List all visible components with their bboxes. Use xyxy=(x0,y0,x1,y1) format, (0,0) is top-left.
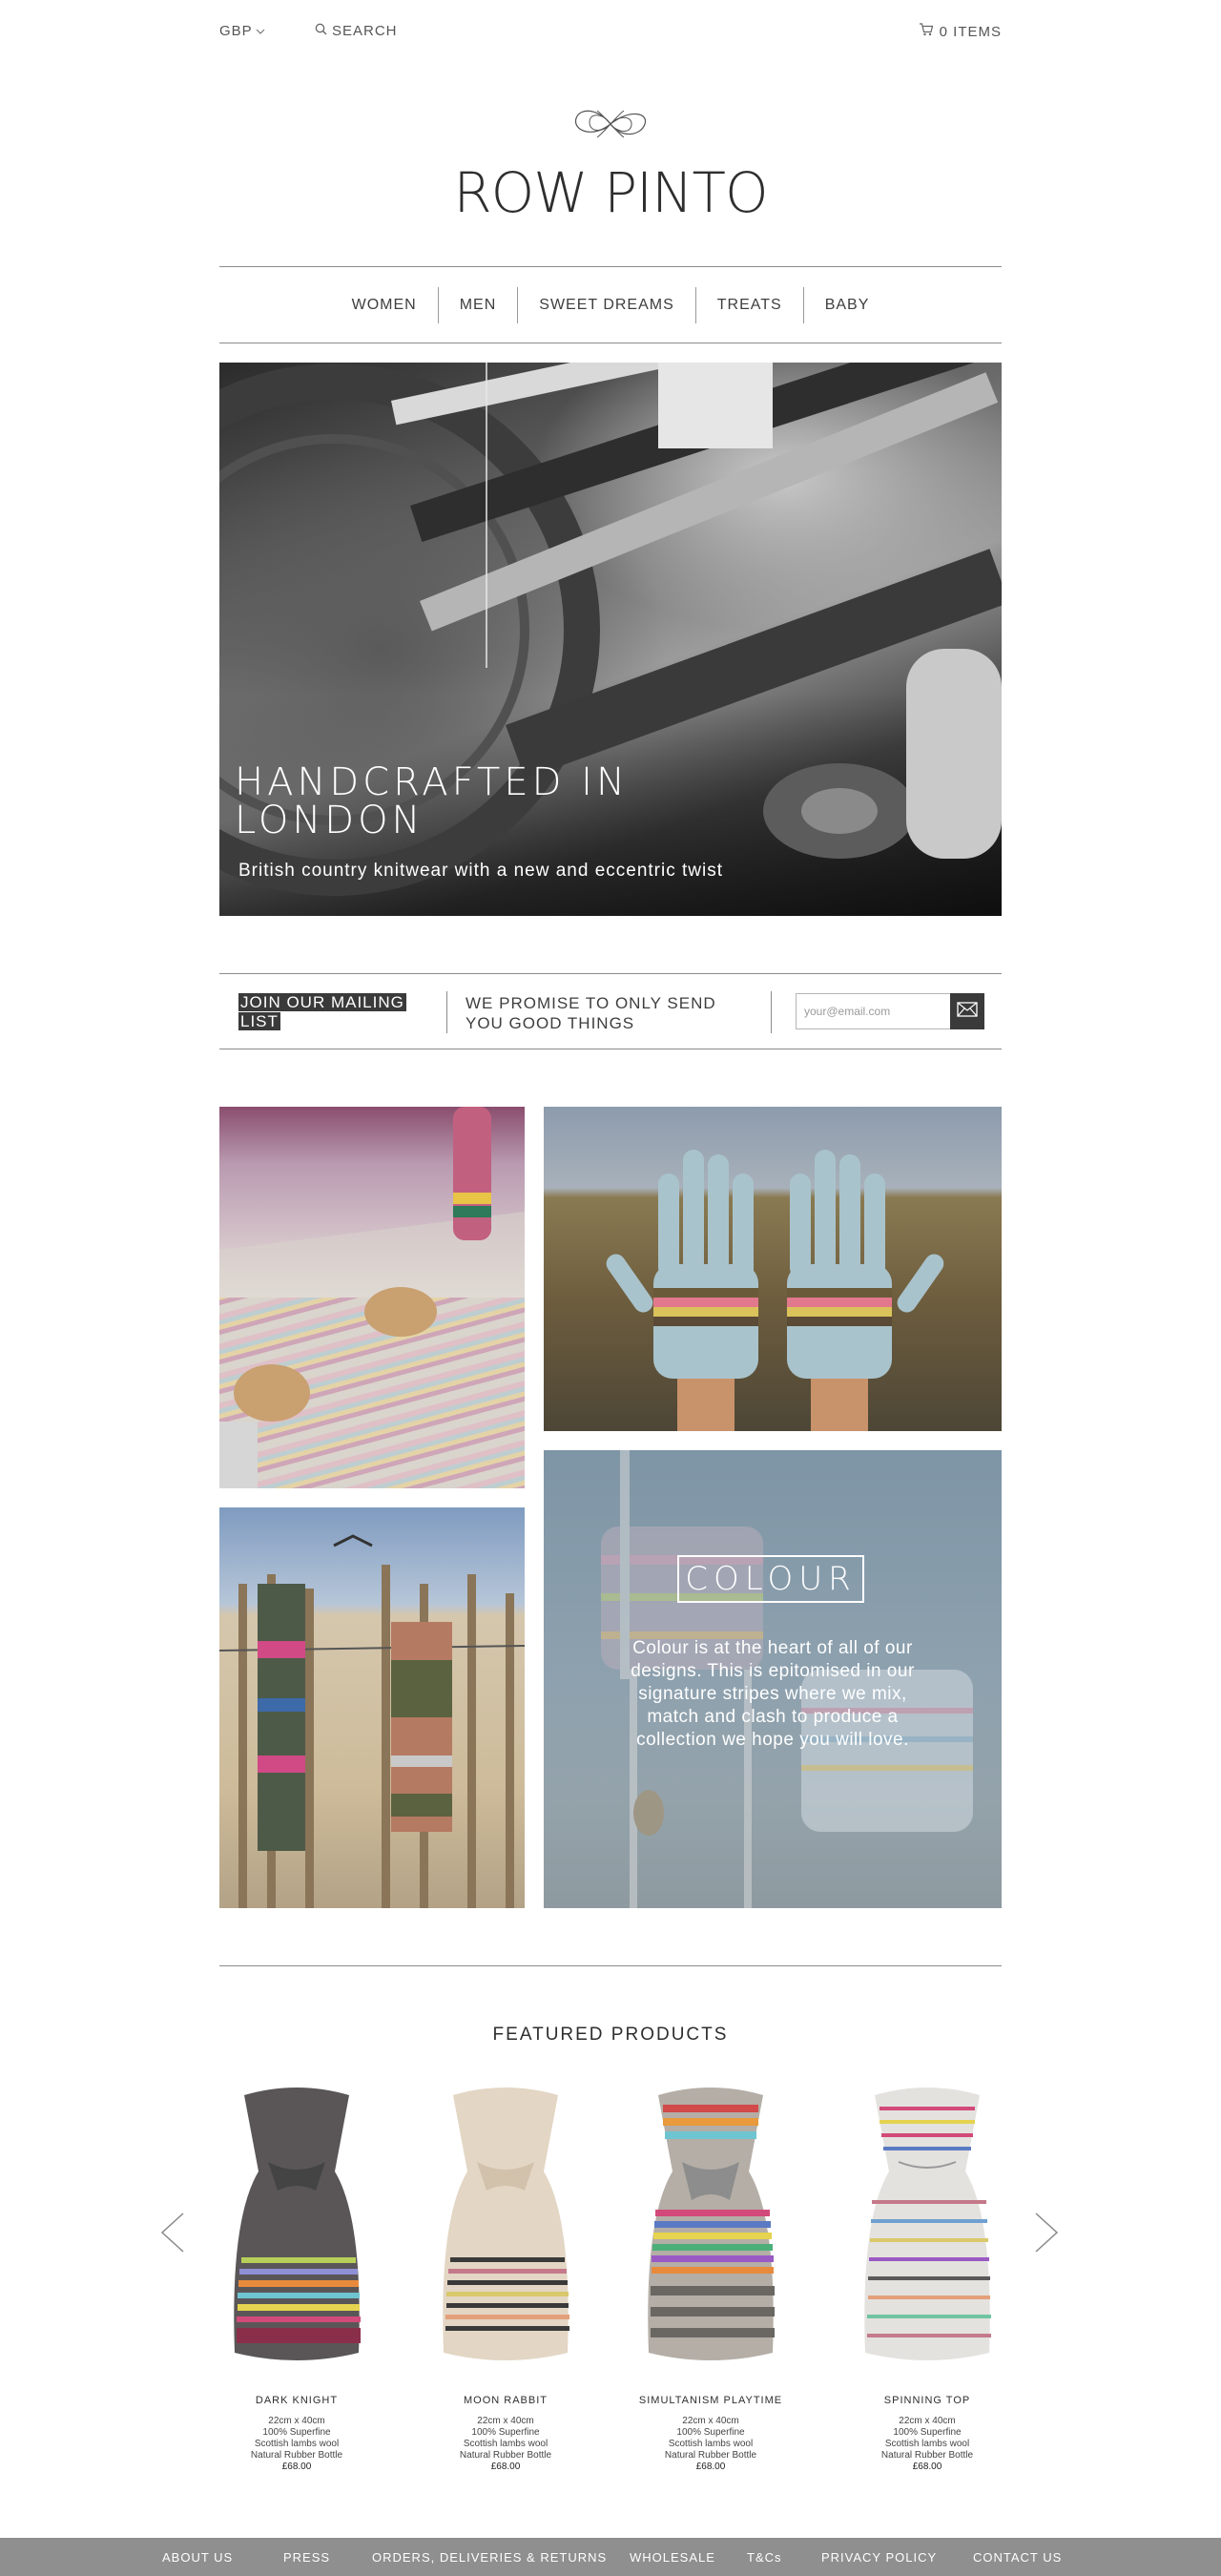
footer-link-terms[interactable]: T&Cs xyxy=(747,2550,782,2565)
product-image xyxy=(864,2088,991,2360)
search-link[interactable]: SEARCH xyxy=(315,23,398,39)
product-spec: 22cm x 40cm xyxy=(899,2416,956,2426)
product-card[interactable]: DARK KNIGHT 22cm x 40cm 100% Superfine S… xyxy=(201,2086,392,2473)
knot-logo-icon[interactable] xyxy=(570,103,651,145)
nav-item-sweet-dreams[interactable]: SWEET DREAMS xyxy=(518,286,696,323)
product-name[interactable]: SPINNING TOP xyxy=(832,2395,1023,2406)
gloves-photo-tile[interactable] xyxy=(544,1107,1002,1431)
currency-label: GBP xyxy=(219,23,253,39)
search-label: SEARCH xyxy=(332,23,398,39)
gloves-photo xyxy=(606,1150,944,1431)
brand-logo-text[interactable]: ROW PINTO xyxy=(0,160,1221,225)
chevron-left-icon[interactable] xyxy=(158,2212,187,2254)
product-card[interactable]: SIMULTANISM PLAYTIME 22cm x 40cm 100% Su… xyxy=(615,2086,806,2473)
product-spec: Scottish lambs wool xyxy=(884,2439,970,2449)
mailing-list-section: JOIN OUR MAILING LIST WE PROMISE TO ONLY… xyxy=(219,973,1002,1049)
product-card[interactable]: MOON RABBIT 22cm x 40cm 100% Superfine S… xyxy=(410,2086,601,2473)
product-spec: Natural Rubber Bottle xyxy=(250,2450,343,2461)
product-price: £68.00 xyxy=(695,2462,726,2472)
cart-count-label: 0 ITEMS xyxy=(939,23,1002,40)
hero-subtitle: British country knitwear with a new and … xyxy=(238,861,724,881)
colour-description: Colour is at the heart of all of our des… xyxy=(631,1638,915,1750)
nav-item-baby[interactable]: BABY xyxy=(804,287,891,323)
colour-panel[interactable]: COLOUR Colour is at the heart of all of … xyxy=(544,1450,1002,1908)
footer-nav: ABOUT US PRESS ORDERS, DELIVERIES & RETU… xyxy=(0,2538,1221,2576)
envelope-icon xyxy=(957,1001,978,1022)
divider xyxy=(446,991,447,1033)
hero-title: HANDCRAFTED IN LONDON xyxy=(235,760,629,842)
product-spec: Natural Rubber Bottle xyxy=(664,2450,757,2461)
footer-link-about-us[interactable]: ABOUT US xyxy=(162,2550,233,2565)
cart-icon xyxy=(919,23,934,40)
email-field[interactable] xyxy=(796,993,950,1029)
currency-selector[interactable]: GBP xyxy=(219,23,265,39)
nav-item-men[interactable]: MEN xyxy=(439,286,519,323)
product-spec: 22cm x 40cm xyxy=(268,2416,325,2426)
knitting-photo xyxy=(219,1107,525,1488)
nav-item-women[interactable]: WOMEN xyxy=(331,286,439,323)
footer-link-privacy[interactable]: PRIVACY POLICY xyxy=(821,2550,937,2565)
knitting-photo-tile[interactable] xyxy=(219,1107,525,1488)
product-card[interactable]: SPINNING TOP 22cm x 40cm 100% Superfine … xyxy=(832,2086,1023,2473)
product-spec: Natural Rubber Bottle xyxy=(880,2450,974,2461)
product-name[interactable]: SIMULTANISM PLAYTIME xyxy=(615,2395,806,2406)
top-bar: GBP SEARCH 0 ITEMS xyxy=(219,23,1002,42)
footer-link-wholesale[interactable]: WHOLESALE xyxy=(630,2550,715,2565)
mailing-list-heading-text: JOIN OUR MAILING LIST xyxy=(238,993,406,1030)
product-price: £68.00 xyxy=(281,2462,312,2472)
product-spec: 22cm x 40cm xyxy=(682,2416,739,2426)
product-image xyxy=(443,2088,569,2360)
chevron-down-icon xyxy=(256,23,265,39)
product-spec: 100% Superfine xyxy=(893,2427,962,2438)
product-spec: 100% Superfine xyxy=(676,2427,745,2438)
product-spec: Scottish lambs wool xyxy=(254,2439,340,2449)
subscribe-button[interactable] xyxy=(950,993,984,1029)
footer-link-contact[interactable]: CONTACT US xyxy=(973,2550,1062,2565)
mailing-list-promise: WE PROMISE TO ONLY SEND YOU GOOD THINGS xyxy=(466,994,716,1032)
featured-products-title: FEATURED PRODUCTS xyxy=(492,2025,729,2045)
product-price: £68.00 xyxy=(912,2462,942,2472)
search-icon xyxy=(315,23,327,39)
nav-item-treats[interactable]: TREATS xyxy=(696,286,804,323)
product-spec: 100% Superfine xyxy=(262,2427,331,2438)
product-spec: Scottish lambs wool xyxy=(463,2439,548,2449)
product-image xyxy=(234,2088,361,2360)
product-image xyxy=(648,2088,775,2360)
divider xyxy=(771,991,772,1033)
product-name[interactable]: DARK KNIGHT xyxy=(201,2395,392,2406)
cart-link[interactable]: 0 ITEMS xyxy=(919,23,1002,40)
product-spec: 100% Superfine xyxy=(471,2427,540,2438)
product-spec: 22cm x 40cm xyxy=(477,2416,534,2426)
product-price: £68.00 xyxy=(490,2462,521,2472)
footer-link-press[interactable]: PRESS xyxy=(283,2550,330,2565)
chevron-right-icon[interactable] xyxy=(1032,2212,1061,2254)
scarves-photo-tile[interactable] xyxy=(219,1507,525,1908)
scarves-photo xyxy=(219,1534,525,1908)
divider xyxy=(219,1965,1002,1966)
footer-link-orders[interactable]: ORDERS, DELIVERIES & RETURNS xyxy=(372,2550,607,2565)
main-nav: WOMEN MEN SWEET DREAMS TREATS BABY xyxy=(219,266,1002,343)
hero-banner[interactable]: HANDCRAFTED IN LONDON British country kn… xyxy=(219,363,1002,916)
mailing-list-heading: JOIN OUR MAILING LIST xyxy=(238,993,420,1031)
product-spec: Scottish lambs wool xyxy=(668,2439,754,2449)
product-name[interactable]: MOON RABBIT xyxy=(410,2395,601,2406)
colour-heading: COLOUR xyxy=(677,1555,864,1603)
product-spec: Natural Rubber Bottle xyxy=(459,2450,552,2461)
